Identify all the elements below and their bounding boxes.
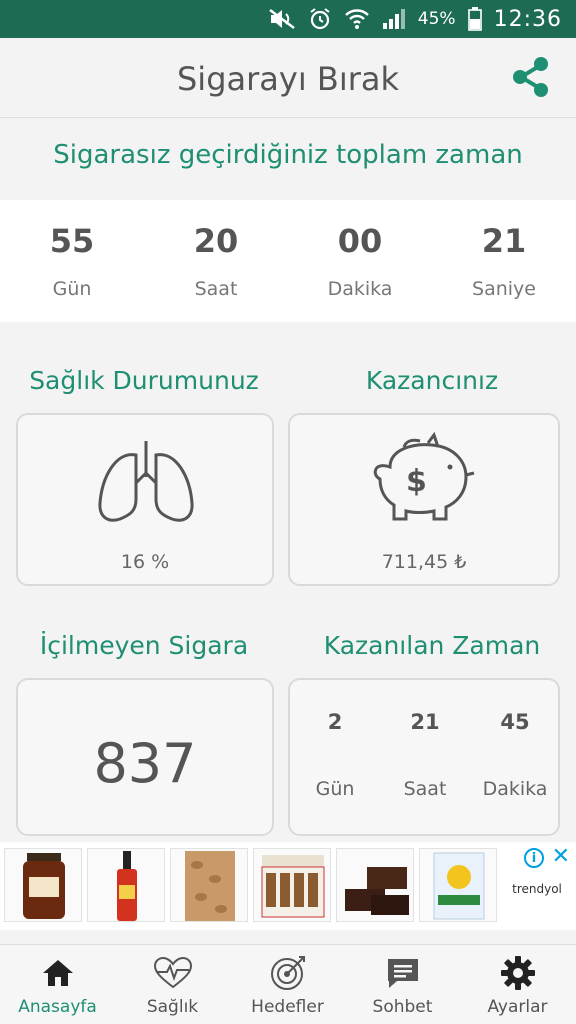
ad-close-icon[interactable]: ✕ <box>552 844 570 869</box>
bottom-nav: Anasayfa Sağlık Hedefler Sohbet Ayarlar <box>0 944 576 1024</box>
mini-label: Dakika <box>482 778 548 800</box>
timer-label: Saat <box>194 278 238 300</box>
alarm-icon <box>308 7 332 31</box>
timer-value: 21 <box>481 222 527 260</box>
nav-label: Anasayfa <box>18 997 97 1017</box>
health-value: 16 % <box>120 551 170 573</box>
nav-label: Ayarlar <box>487 997 548 1017</box>
timer-value: 00 <box>337 222 383 260</box>
total-time-title: Sigarasız geçirdiğiniz toplam zaman <box>53 140 523 170</box>
timer-days: 55 Gün <box>0 200 144 300</box>
time-gained-card[interactable]: 2 Gün 21 Saat 45 Dakika <box>288 678 560 836</box>
ad-info-icon[interactable]: i <box>524 848 544 868</box>
battery-percent: 45% <box>417 9 456 29</box>
status-bar: 45% 12:36 <box>0 0 576 38</box>
health-card[interactable]: 16 % <box>16 413 274 586</box>
target-icon <box>270 956 305 990</box>
gear-icon <box>500 956 535 990</box>
mini-label: Saat <box>403 778 447 800</box>
status-clock: 12:36 <box>493 6 562 32</box>
ad-product-honey[interactable] <box>4 848 82 922</box>
timer-value: 55 <box>49 222 95 260</box>
nav-item-home[interactable]: Anasayfa <box>0 945 115 1024</box>
ad-banner[interactable]: trendyol i ✕ <box>0 842 576 930</box>
share-icon <box>513 57 548 97</box>
timer-hours: 20 Saat <box>144 200 288 300</box>
time-gained-title: Kazanılan Zaman <box>323 631 541 660</box>
earnings-card[interactable]: $ 711,45 ₺ <box>288 413 560 586</box>
app-bar: Sigarayı Bırak <box>0 38 576 118</box>
home-icon <box>42 960 73 986</box>
mini-value: 2 <box>327 710 343 734</box>
timer-label: Gün <box>52 278 92 300</box>
mini-value: 21 <box>410 710 440 734</box>
timer-value: 20 <box>193 222 239 260</box>
timer-label: Saniye <box>472 278 536 300</box>
earnings-title: Kazancınız <box>365 366 499 395</box>
heart-pulse-icon <box>153 956 192 989</box>
nav-label: Hedefler <box>251 997 324 1017</box>
chat-icon <box>387 959 418 988</box>
ad-product-nutella[interactable] <box>253 848 331 922</box>
total-time-panel: 55 Gün 20 Saat 00 Dakika 21 Saniye <box>0 200 576 322</box>
ad-product-bottle[interactable] <box>87 848 165 922</box>
svg-text:$: $ <box>406 464 427 499</box>
nav-item-goals[interactable]: Hedefler <box>230 945 345 1024</box>
earnings-value: 711,45 ₺ <box>381 551 467 573</box>
nav-item-chat[interactable]: Sohbet <box>345 945 460 1024</box>
mini-label: Gün <box>315 778 355 800</box>
wifi-icon <box>344 7 370 31</box>
lungs-icon <box>98 441 194 522</box>
cigarettes-title: İçilmeyen Sigara <box>39 631 249 660</box>
nav-item-settings[interactable]: Ayarlar <box>460 945 575 1024</box>
nav-label: Sağlık <box>146 997 199 1017</box>
share-button[interactable] <box>508 54 554 100</box>
piggy-bank-icon: $ <box>373 431 475 521</box>
cigarettes-card[interactable]: 837 <box>16 678 274 836</box>
cigarettes-value: 837 <box>93 732 197 795</box>
nav-item-health[interactable]: Sağlık <box>115 945 230 1024</box>
timer-label: Dakika <box>327 278 393 300</box>
ad-product-almonds[interactable] <box>170 848 248 922</box>
ad-brand-label[interactable]: trendyol <box>502 882 572 896</box>
battery-icon <box>467 7 482 31</box>
timer-minutes: 00 Dakika <box>288 200 432 300</box>
ad-product-brownies[interactable] <box>336 848 414 922</box>
signal-icon <box>382 8 406 30</box>
nav-label: Sohbet <box>372 997 433 1017</box>
health-title: Sağlık Durumunuz <box>29 366 259 395</box>
ad-product-oil[interactable] <box>419 848 497 922</box>
mute-icon <box>268 8 296 30</box>
page-title: Sigarayı Bırak <box>176 60 400 98</box>
mini-value: 45 <box>500 710 530 734</box>
timer-seconds: 21 Saniye <box>432 200 576 300</box>
